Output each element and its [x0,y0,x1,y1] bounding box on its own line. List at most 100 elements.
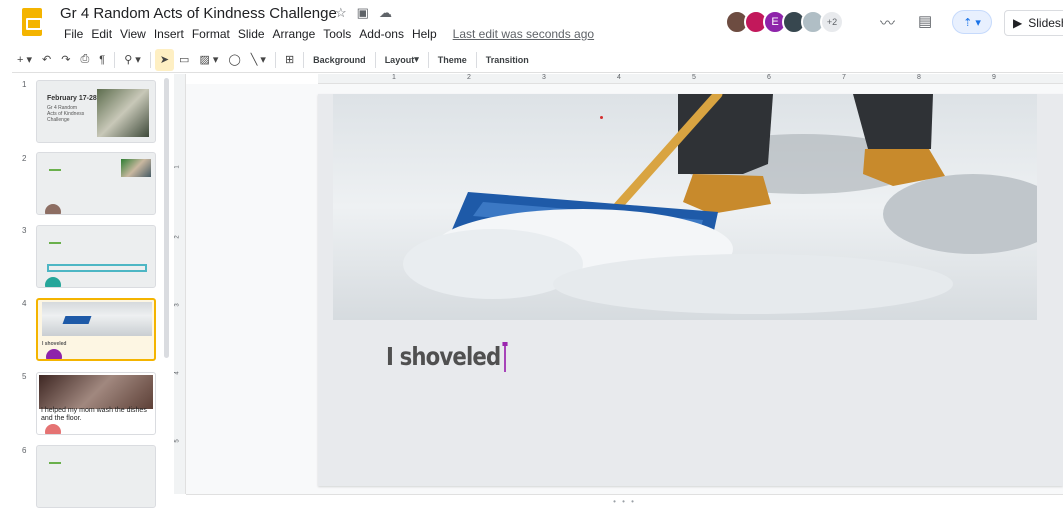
thumb-accent-line [49,169,61,171]
menu-format[interactable]: Format [188,27,234,41]
ruler-tick: 4 [174,371,181,375]
slide-filmstrip: 1 February 17-28 Gr 4 Random Acts of Kin… [12,74,174,508]
slides-logo-icon[interactable] [22,8,42,36]
new-slide-icon[interactable]: + ▾ [12,49,37,71]
layout-label: Layout [384,54,415,65]
thumb-shovel [62,316,92,324]
move-folder-icon[interactable]: ▣ [357,5,369,21]
snow-shovel-image[interactable] [333,94,1037,320]
thumb-box [47,264,147,272]
background-button[interactable]: Background [308,49,371,71]
menu-bar: File Edit View Insert Format Slide Arran… [60,27,598,41]
thumb-title: February 17-28 [47,95,97,102]
ruler-tick: 2 [174,235,181,239]
toolbar-divider [475,51,477,68]
thumb-image [42,302,152,336]
zoom-icon[interactable]: ⚲ ▾ [119,49,146,71]
paint-format-icon[interactable]: ¶ [94,49,110,71]
undo-icon[interactable]: ↶ [37,49,56,71]
redo-icon[interactable]: ↷ [56,49,75,71]
select-cursor-icon[interactable]: ➤ [154,48,175,71]
last-edit-link[interactable]: Last edit was seconds ago [449,27,598,41]
ruler-tick: 6 [767,74,771,81]
slide-thumbnail-1[interactable]: February 17-28 Gr 4 Random Acts of Kindn… [36,80,156,143]
snow-shovel-photo [333,94,1037,320]
ruler-tick: 5 [174,439,181,443]
slide-thumbnail-4[interactable]: I shoveled [36,298,156,361]
toolbar-divider [149,51,151,68]
thumb-accent-line [49,462,61,464]
menu-slide[interactable]: Slide [234,27,269,41]
slide-number: 2 [22,154,27,163]
ruler-tick: 9 [992,74,996,81]
ruler-tick: 5 [692,74,696,81]
upload-arrow-icon: ⇡ ▾ [963,16,981,29]
slide-heading-textbox[interactable]: I shoveled [386,342,508,372]
document-title[interactable]: Gr 4 Random Acts of Kindness Challenge [60,5,337,22]
slide-thumbnail-2[interactable] [36,152,156,215]
header: Gr 4 Random Acts of Kindness Challenge ☆… [0,0,1063,46]
collaborator-avatars: E +2 [725,10,844,34]
thumb-avatar [45,204,61,214]
filmstrip-scrollbar[interactable] [164,78,169,358]
slide-thumbnail-6[interactable] [36,445,156,508]
ruler-tick: 4 [617,74,621,81]
google-slides-app: Gr 4 Random Acts of Kindness Challenge ☆… [0,0,1063,508]
toolbar-divider [303,51,305,68]
present-options-button[interactable]: ⇡ ▾ [952,10,992,34]
dropdown-caret-icon: ▾ [414,54,419,64]
shape-icon[interactable]: ◯ [223,49,245,71]
theme-button[interactable]: Theme [433,49,472,71]
slide-number: 4 [22,299,27,308]
menu-help[interactable]: Help [408,27,441,41]
print-icon[interactable]: ⎙ [75,49,94,71]
layout-button[interactable]: Layout ▾ [380,49,424,71]
comment-history-icon[interactable]: ▤ [918,12,932,30]
thumb-image [121,159,151,177]
thumb-accent-line [49,242,61,244]
toolbar-divider [114,51,116,68]
laser-pointer-dot [600,116,603,119]
menu-addons[interactable]: Add-ons [355,27,408,41]
more-collaborators-badge[interactable]: +2 [820,10,844,34]
speaker-notes-handle[interactable]: • • • [186,494,1063,508]
horizontal-ruler[interactable]: 1 2 3 4 5 6 7 8 9 [318,74,1063,84]
thumb-image [97,89,149,137]
menu-arrange[interactable]: Arrange [269,27,320,41]
menu-file[interactable]: File [60,27,87,41]
slide[interactable]: I shoveled [318,94,1063,486]
activity-trend-icon[interactable]: 〰 [880,12,895,33]
ruler-tick: 1 [392,74,396,81]
line-icon[interactable]: ╲ ▾ [246,49,271,71]
menu-edit[interactable]: Edit [87,27,116,41]
ruler-tick: 3 [174,303,181,307]
cloud-status-icon[interactable]: ☁ [379,5,392,21]
drag-handle-icon: • • • [613,497,636,506]
toolbar-divider [374,51,376,68]
image-icon[interactable]: ▨ ▾ [194,49,223,71]
slideshow-button[interactable]: ▶ Slideshow [1004,10,1063,36]
slideshow-label: Slideshow [1028,16,1063,30]
text-box-icon[interactable]: ▭ [174,49,194,71]
slide-heading-text: I shoveled [386,342,501,371]
slide-thumbnail-3[interactable] [36,225,156,288]
collaborator-cursor [502,342,508,372]
thumb-image [39,375,153,409]
slide-number: 6 [22,446,27,455]
toolbar-divider [427,51,429,68]
transition-button[interactable]: Transition [481,49,534,71]
ruler-tick: 8 [917,74,921,81]
ruler-tick: 2 [467,74,471,81]
snow-foreground [553,254,953,314]
ruler-tick: 7 [842,74,846,81]
menu-insert[interactable]: Insert [150,27,188,41]
menu-view[interactable]: View [116,27,150,41]
window-edge [0,74,12,508]
star-icon[interactable]: ☆ [335,5,347,21]
thumb-text: I shoveled [42,341,67,347]
slide-number: 1 [22,80,27,89]
menu-tools[interactable]: Tools [319,27,355,41]
add-comment-icon[interactable]: ⊞ [280,49,299,71]
vertical-ruler[interactable]: 1 2 3 4 5 [174,74,186,494]
slide-thumbnail-5[interactable]: I helped my mom wash the dishes and the … [36,372,156,435]
